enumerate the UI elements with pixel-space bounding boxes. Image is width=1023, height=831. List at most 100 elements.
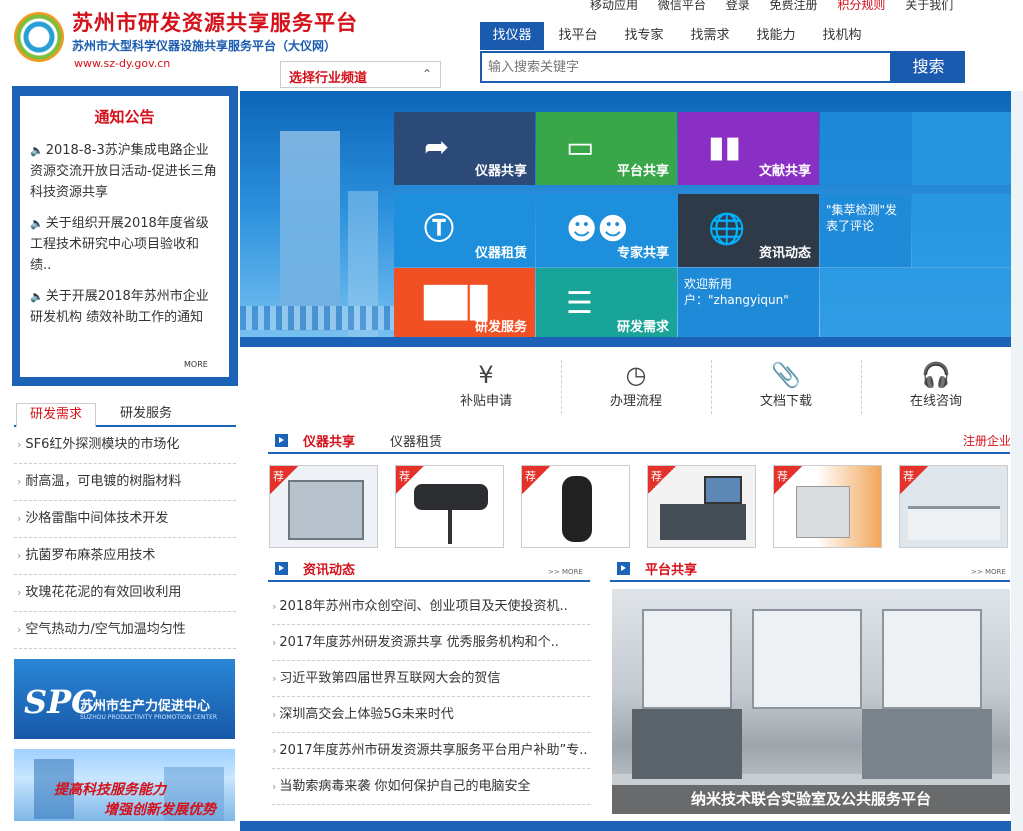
demand-item[interactable]: › 空气热动力/空气加温均匀性: [14, 612, 236, 649]
instrument-image: [562, 476, 592, 542]
news-item[interactable]: › 2018年苏州市众创空间、创业项目及天使投资机..: [272, 589, 590, 625]
section-underline: [268, 452, 1010, 454]
tab-rd-service[interactable]: 研发服务: [106, 403, 186, 427]
demand-service-tabs: 研发需求 研发服务: [14, 403, 236, 427]
notice-item[interactable]: 🔈 关于组织开展2018年度省级工程技术研究中心项目验收和绩..: [30, 213, 220, 276]
chevron-right-icon: ›: [17, 438, 22, 451]
points-rules-link[interactable]: 积分规则: [837, 0, 885, 12]
platform-section-title[interactable]: 平台共享: [645, 559, 697, 578]
site-url: www.sz-dy.gov.cn: [74, 57, 171, 70]
search-tab-organization[interactable]: 找机构: [810, 22, 874, 50]
tile-rd-need[interactable]: ☰ 研发需求: [536, 268, 677, 341]
tab-instrument-rent[interactable]: 仪器租赁: [390, 431, 442, 450]
search-input[interactable]: [482, 53, 890, 81]
demand-item[interactable]: › 抗菌罗布麻茶应用技术: [14, 538, 236, 575]
register-link[interactable]: 免费注册: [770, 0, 818, 12]
news-more-link[interactable]: >> MORE: [548, 568, 583, 576]
subsidy-apply-link[interactable]: ¥ 补贴申请: [411, 360, 561, 416]
demand-item[interactable]: › 耐高温，可电镀的树脂材料: [14, 464, 236, 501]
tile-instrument-rent[interactable]: Ⓣ 仪器租赁: [394, 194, 535, 267]
news-section-title[interactable]: 资讯动态: [303, 559, 355, 578]
tile-expert-share[interactable]: ☻☻ 专家共享: [536, 194, 677, 267]
news-item[interactable]: › 深圳高交会上体验5G未来时代: [272, 697, 590, 733]
lab-bench-graphic: [862, 709, 992, 779]
tile-platform-share[interactable]: ▭ 平台共享: [536, 112, 677, 185]
chevron-right-icon: ›: [17, 623, 22, 636]
tile-instrument-share[interactable]: ➦ 仪器共享: [394, 112, 535, 185]
page-right-edge: [1011, 91, 1023, 831]
tile-blank: [912, 112, 1011, 185]
demand-item[interactable]: › 玫瑰花花泥的有效回收利用: [14, 575, 236, 612]
share-icon: ➦: [424, 130, 450, 165]
speaker-icon: 🔈: [30, 217, 44, 230]
globe-icon: 🌐: [708, 212, 746, 247]
bottom-strip: [240, 821, 1011, 831]
speaker-icon: 🔈: [30, 144, 44, 157]
search-tab-expert[interactable]: 找专家: [612, 22, 676, 50]
search-tab-capability[interactable]: 找能力: [744, 22, 808, 50]
tile-news[interactable]: 🌐 资讯动态: [678, 194, 819, 267]
search-tab-instrument[interactable]: 找仪器: [480, 22, 544, 50]
notice-item[interactable]: 🔈 关于开展2018年苏州市企业研发机构 绩效补助工作的通知: [30, 286, 220, 328]
login-link[interactable]: 登录: [726, 0, 750, 12]
tile-blank: [820, 268, 1011, 341]
demand-item[interactable]: › SF6红外探测模块的市场化: [14, 427, 236, 464]
recommend-badge: 荐: [648, 466, 676, 494]
instrument-image: [288, 480, 364, 540]
science-banner-line1: 提高科技服务能力: [54, 782, 166, 798]
city-tower-graphic: [280, 131, 340, 331]
chevron-right-icon: ›: [17, 512, 22, 525]
chevron-right-icon: ›: [272, 780, 277, 793]
notice-more-link[interactable]: MORE: [184, 360, 208, 369]
channel-select-label: 选择行业频道: [289, 71, 368, 86]
search-tab-platform[interactable]: 找平台: [546, 22, 610, 50]
demand-item[interactable]: › 沙格雷酯中间体技术开发: [14, 501, 236, 538]
site-logo[interactable]: [14, 12, 64, 62]
instrument-thumb[interactable]: 荐: [521, 465, 630, 548]
document-download-link[interactable]: 📎 文档下载: [711, 360, 861, 416]
mobile-app-link[interactable]: 移动应用: [590, 0, 638, 12]
hero-bottom-strip: [240, 337, 1011, 347]
instrument-thumb[interactable]: 荐: [647, 465, 756, 548]
notice-item[interactable]: 🔈 2018-8-3苏沪集成电路企业资源交流开放日活动-促进长三角科技资源共享: [30, 140, 220, 203]
speaker-icon: 🔈: [30, 290, 44, 303]
top-links: 移动应用 微信平台 登录 免费注册 积分规则 关于我们: [590, 0, 969, 12]
tab-instrument-share[interactable]: 仪器共享: [303, 431, 355, 450]
instrument-image: [796, 486, 850, 538]
channel-select[interactable]: 选择行业频道 ⌃: [280, 61, 441, 88]
site-subtitle: 苏州市大型科学仪器设施共享服务平台（大仪网）: [72, 39, 337, 53]
tile-rd-service[interactable]: █▉▊ 研发服务: [394, 268, 535, 341]
bridge-graphic: [240, 306, 400, 330]
dollar-icon: Ⓣ: [424, 212, 454, 247]
recommend-badge: 荐: [774, 466, 802, 494]
instrument-thumb[interactable]: 荐: [773, 465, 882, 548]
news-item[interactable]: › 2017年度苏州研发资源共享 优秀服务机构和个..: [272, 625, 590, 661]
news-item[interactable]: › 2017年度苏州市研发资源共享服务平台用户补助”专..: [272, 733, 590, 769]
platform-photo[interactable]: [612, 589, 1010, 814]
news-item[interactable]: › 当勒索病毒来袭 你如何保护自己的电脑安全: [272, 769, 590, 805]
instrument-thumb[interactable]: 荐: [899, 465, 1008, 548]
wechat-link[interactable]: 微信平台: [658, 0, 706, 12]
recommend-badge: 荐: [396, 466, 424, 494]
platform-more-link[interactable]: >> MORE: [971, 568, 1006, 576]
register-company-link[interactable]: 注册企业: [963, 432, 1011, 449]
yen-hand-icon: ¥: [478, 361, 494, 389]
online-consult-link[interactable]: 🎧 在线咨询: [861, 360, 1011, 416]
process-link[interactable]: ◷ 办理流程: [561, 360, 711, 416]
search-tab-demand[interactable]: 找需求: [678, 22, 742, 50]
instrument-thumb[interactable]: 荐: [269, 465, 378, 548]
monitor-icon: ▭: [566, 130, 595, 165]
news-item[interactable]: › 习近平致第四届世界互联网大会的贺信: [272, 661, 590, 697]
tile-blank: [912, 194, 1011, 267]
monitor-graphic: [704, 476, 742, 504]
lab-window-graphic: [642, 609, 732, 709]
about-link[interactable]: 关于我们: [905, 0, 953, 12]
section-arrow-icon: [275, 434, 288, 447]
tab-rd-demand[interactable]: 研发需求: [16, 403, 96, 427]
tile-literature-share[interactable]: ▮▮ 文献共享: [678, 112, 819, 185]
recommend-badge: 荐: [270, 466, 298, 494]
science-banner-line2: 增强创新发展优势: [104, 802, 216, 818]
search-button[interactable]: 搜索: [892, 51, 965, 83]
instrument-thumb[interactable]: 荐: [395, 465, 504, 548]
chevron-up-icon: ⌃: [421, 67, 432, 81]
